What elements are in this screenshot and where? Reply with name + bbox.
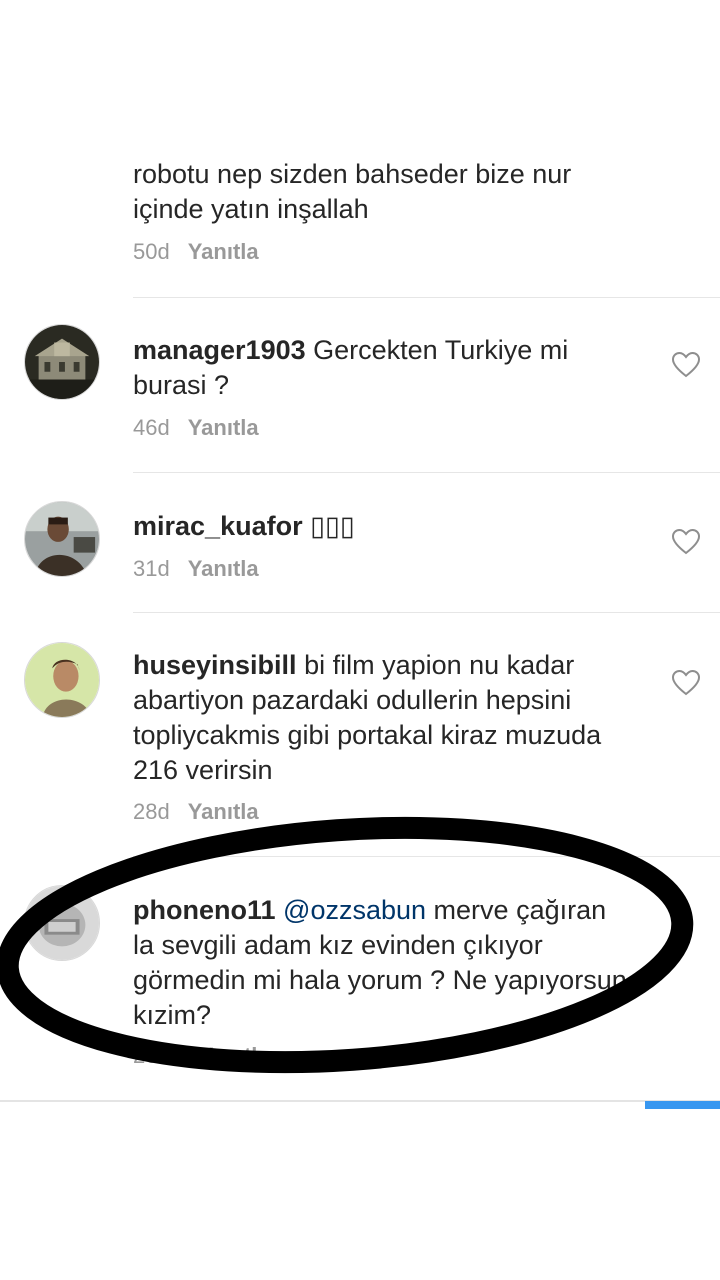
comment-4-reply-button[interactable]: Yanıtla [188,799,259,824]
comment-1-text-line-2: içinde yatın inşallah [133,194,369,224]
divider [133,856,720,857]
comment-5-age: 20sn [133,1043,181,1068]
divider [133,612,720,613]
comment-2-body: manager1903 Gercekten Turkiye mi burasi … [133,333,633,403]
comment-5-username[interactable]: phoneno11 [133,895,276,925]
comment-3-reply-button[interactable]: Yanıtla [188,556,259,581]
comment-3-meta: 31d Yanıtla [133,556,259,582]
comment-1-age: 50d [133,239,170,264]
divider [133,472,720,473]
divider [133,297,720,298]
comment-1-clipped-line: robotu nep sizden bahseder bize nur [133,150,633,192]
comment-1-text-line-1: robotu nep sizden bahseder bize nur [133,159,572,189]
avatar-phoneno11[interactable] [24,885,100,961]
scroll-progress-indicator [645,1101,720,1109]
comment-5-meta: 20sn Yanıtla [133,1043,270,1069]
comment-2-meta: 46d Yanıtla [133,415,259,441]
comment-5-mention[interactable]: @ozzsabun [283,895,426,925]
comment-3-username[interactable]: mirac_kuafor [133,511,303,541]
comment-2-age: 46d [133,415,170,440]
comment-3-age: 31d [133,556,170,581]
comment-2-username[interactable]: manager1903 [133,335,306,365]
avatar-mirac_kuafor[interactable] [24,501,100,577]
heart-outline-icon[interactable] [672,670,700,696]
list-bottom-divider [0,1100,720,1102]
comment-4-username[interactable]: huseyinsibill [133,650,297,680]
comment-4-age: 28d [133,799,170,824]
comment-1-meta: 50d Yanıtla [133,239,259,265]
comment-5-reply-button[interactable]: Yanıtla [199,1043,270,1068]
comment-3-text: ▯▯▯ [310,511,355,541]
heart-outline-icon[interactable] [672,352,700,378]
comment-2-reply-button[interactable]: Yanıtla [188,415,259,440]
comment-4-body: huseyinsibill bi film yapion nu kadar ab… [133,648,633,788]
comments-screen: robotu nep sizden bahseder bize nur için… [0,0,720,1280]
comment-5-body: phoneno11 @ozzsabun merve çağıran la sev… [133,893,633,1033]
comment-1-reply-button[interactable]: Yanıtla [188,239,259,264]
comment-3-body: mirac_kuafor ▯▯▯ [133,509,633,544]
comment-4-meta: 28d Yanıtla [133,799,259,825]
heart-outline-icon[interactable] [672,529,700,555]
avatar-manager1903[interactable] [24,324,100,400]
avatar-huseyinsibill[interactable] [24,642,100,718]
